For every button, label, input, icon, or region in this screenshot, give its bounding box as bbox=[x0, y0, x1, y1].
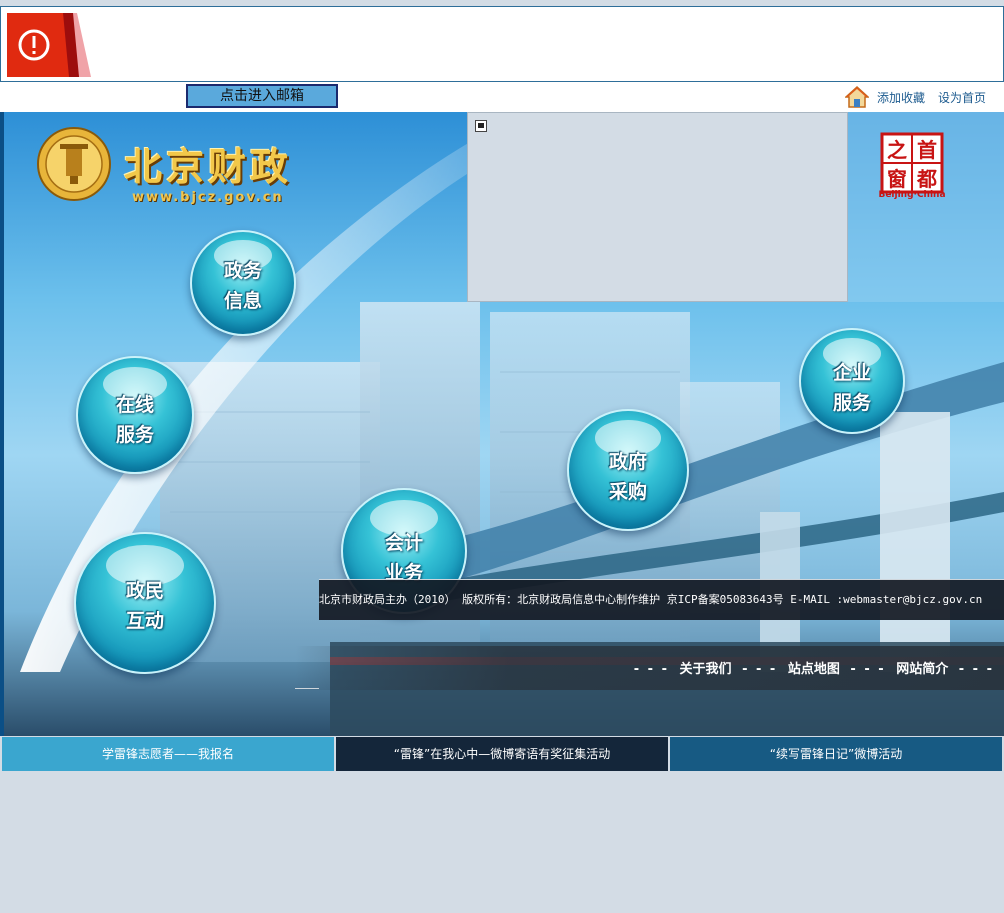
top-bar: 点击进入邮箱 添加收藏 设为首页 bbox=[0, 82, 1004, 112]
finance-emblem-icon bbox=[37, 127, 111, 201]
bottom-links-bar: 学雷锋志愿者——我报名 “雷锋”在我心中—微博寄语有奖征集活动 “续写雷锋日记”… bbox=[0, 736, 1004, 772]
alert-bar bbox=[0, 6, 1004, 82]
bubble-label: 政务 bbox=[223, 260, 262, 282]
home-icon[interactable] bbox=[845, 85, 869, 109]
bubble-label: 互动 bbox=[125, 610, 164, 632]
footer-nav: - - - 关于我们 - - - 站点地图 - - - 网站简介 - - - bbox=[295, 646, 1004, 690]
bubble-label: 政府 bbox=[608, 451, 647, 473]
bubble-gov-affairs-info[interactable]: 政务 信息 bbox=[190, 230, 296, 336]
logo-url: www.bjcz.gov.cn bbox=[132, 190, 284, 205]
badge-char: 首 bbox=[917, 138, 937, 162]
bubble-public-interaction[interactable]: 政民 互动 bbox=[74, 532, 216, 674]
hero-banner: 北京财政 www.bjcz.gov.cn 之 首 窗 都 Beijing·Chi… bbox=[0, 112, 1004, 736]
badge-char: 窗 bbox=[887, 167, 907, 191]
volunteer-signup-link[interactable]: 学雷锋志愿者——我报名 bbox=[2, 737, 334, 771]
footer-divider bbox=[295, 688, 319, 689]
enter-mailbox-button[interactable]: 点击进入邮箱 bbox=[186, 84, 338, 108]
bubble-online-service[interactable]: 在线 服务 bbox=[76, 356, 194, 474]
plugin-icon bbox=[475, 120, 487, 132]
hero-left-border bbox=[0, 112, 4, 736]
bubble-label: 企业 bbox=[832, 362, 871, 384]
set-homepage-link[interactable]: 设为首页 bbox=[938, 89, 986, 106]
logo-title: 北京财政 bbox=[124, 144, 293, 189]
badge-char: 都 bbox=[916, 167, 937, 191]
bubble-label: 信息 bbox=[223, 290, 262, 312]
weibo-message-contest-link[interactable]: “雷锋”在我心中—微博寄语有奖征集活动 bbox=[336, 737, 668, 771]
nav-separator: - - - bbox=[633, 662, 670, 677]
flash-placeholder bbox=[467, 112, 848, 302]
nav-separator: - - - bbox=[850, 662, 886, 677]
bubble-gov-procurement[interactable]: 政府 采购 bbox=[567, 409, 689, 531]
bubble-label: 服务 bbox=[832, 392, 871, 414]
diary-weibo-activity-link[interactable]: “续写雷锋日记”微博活动 bbox=[670, 737, 1002, 771]
site-logo[interactable]: 北京财政 www.bjcz.gov.cn bbox=[36, 126, 316, 216]
capital-badge-caption: Beijing·China bbox=[878, 190, 946, 200]
footer-nav-row: - - - 关于我们 - - - 站点地图 - - - 网站简介 - - - bbox=[628, 658, 1000, 677]
sitemap-link[interactable]: 站点地图 bbox=[788, 662, 840, 677]
badge-char: 之 bbox=[887, 138, 907, 162]
bubble-enterprise-service[interactable]: 企业 服务 bbox=[799, 328, 905, 434]
copyright-text: 北京市财政局主办（2010） 版权所有：北京财政局信息中心制作维护 京ICP备案… bbox=[319, 579, 1004, 620]
add-favorite-link[interactable]: 添加收藏 bbox=[877, 89, 925, 106]
nav-separator: - - - bbox=[958, 662, 994, 677]
bubble-label: 政民 bbox=[125, 580, 164, 602]
bubble-label: 在线 bbox=[115, 394, 154, 416]
bubble-label: 服务 bbox=[115, 424, 154, 446]
nav-separator: - - - bbox=[742, 662, 778, 677]
site-intro-link[interactable]: 网站简介 bbox=[896, 662, 948, 677]
bubble-label: 会计 bbox=[384, 532, 423, 554]
alert-circle-icon bbox=[7, 13, 91, 77]
bubble-label: 采购 bbox=[608, 481, 647, 503]
about-us-link[interactable]: 关于我们 bbox=[680, 662, 732, 677]
